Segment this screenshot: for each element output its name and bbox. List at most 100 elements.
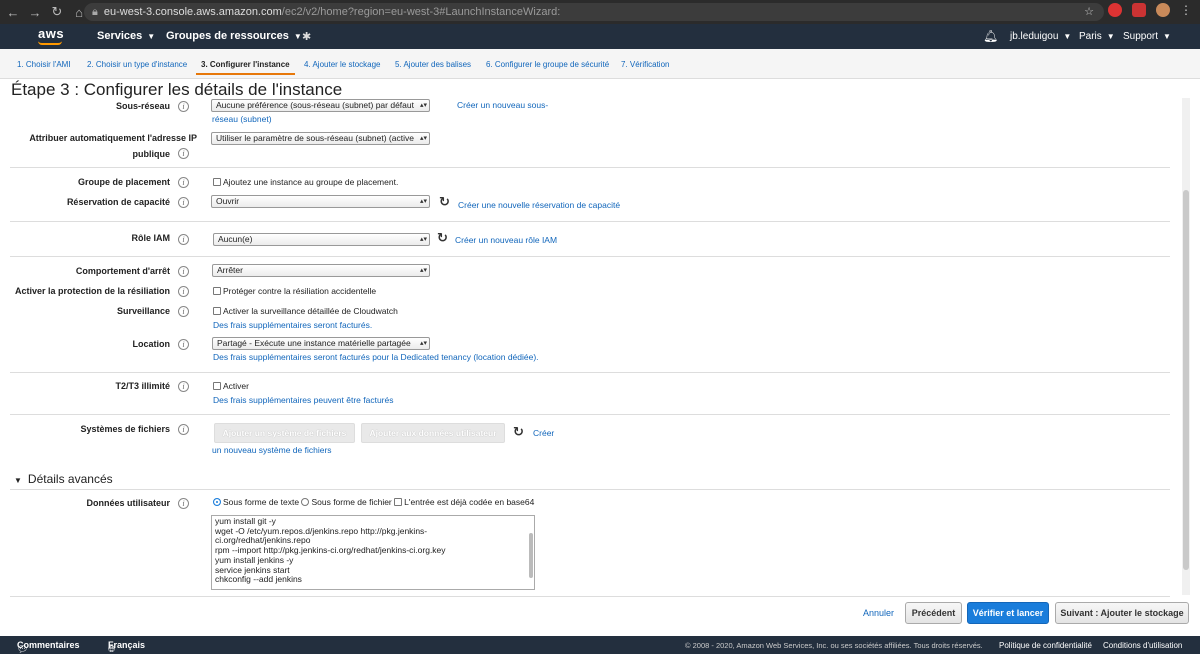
pin-icon[interactable]: ✱: [302, 30, 311, 43]
info-icon[interactable]: i: [178, 424, 189, 435]
termination-checkbox[interactable]: Protéger contre la résiliation accidente…: [213, 286, 376, 296]
previous-button[interactable]: Précédent: [905, 602, 962, 624]
lock-icon: 🔒︎: [92, 6, 98, 18]
radio-icon: [301, 498, 310, 506]
tab-choose-ami[interactable]: 1. Choisir l'AMI: [17, 60, 71, 69]
tab-add-tags[interactable]: 5. Ajouter des balises: [395, 60, 471, 69]
add-to-userdata-button[interactable]: Ajouter aux données utilisateur: [361, 423, 505, 443]
create-filesystem-link-cont[interactable]: un nouveau système de fichiers: [212, 445, 332, 455]
divider: [10, 372, 1170, 373]
t2t3-label: T2/T3 illimité: [115, 381, 170, 391]
checkbox-icon: [213, 307, 221, 315]
public-ip-select[interactable]: Utiliser le paramètre de sous-réseau (su…: [211, 132, 430, 145]
info-icon[interactable]: i: [178, 339, 189, 350]
t2t3-checkbox[interactable]: Activer: [213, 381, 249, 391]
services-menu[interactable]: Services ▼: [97, 30, 155, 42]
star-icon[interactable]: ☆: [1084, 3, 1094, 21]
tenancy-fees-note: Des frais supplémentaires seront facturé…: [213, 352, 539, 362]
next-add-storage-button[interactable]: Suivant : Ajouter le stockage: [1055, 602, 1189, 624]
userdata-options: Sous forme de texte Sous forme de fichie…: [213, 497, 534, 507]
monitoring-fees-note: Des frais supplémentaires seront facturé…: [213, 320, 373, 330]
textarea-scrollbar[interactable]: [529, 533, 533, 578]
refresh-icon[interactable]: ↻: [513, 424, 524, 440]
create-subnet-link-cont[interactable]: réseau (subnet): [212, 114, 272, 124]
capacity-label: Réservation de capacité: [66, 197, 170, 207]
menu-icon[interactable]: ⋮: [1180, 3, 1192, 17]
select-arrows-icon: ▴▾: [419, 102, 427, 109]
url-host: eu-west-3.console.aws.amazon.com: [103, 6, 282, 18]
bell-icon[interactable]: 🔔︎: [983, 29, 998, 43]
radio-as-file[interactable]: Sous forme de fichier: [301, 497, 392, 507]
avatar[interactable]: [1156, 3, 1170, 17]
tab-security-group[interactable]: 6. Configurer le groupe de sécurité: [486, 60, 609, 69]
info-icon[interactable]: i: [178, 148, 189, 159]
address-bar[interactable]: 🔒︎ eu-west-3.console.aws.amazon.com/ec2/v…: [84, 3, 1104, 21]
divider: [10, 221, 1170, 222]
add-filesystem-button[interactable]: Ajouter un système de fichiers: [214, 423, 355, 443]
checkbox-icon: [394, 498, 403, 506]
info-icon[interactable]: i: [178, 197, 189, 208]
iam-role-select[interactable]: Aucun(e) ▴▾: [213, 233, 430, 246]
info-icon[interactable]: i: [178, 177, 189, 188]
aws-logo-smile: [38, 41, 62, 45]
resource-groups-menu[interactable]: Groupes de ressources ▼: [166, 30, 302, 42]
t2t3-fees-note: Des frais supplémentaires peuvent être f…: [213, 395, 394, 405]
copyright-text: © 2008 - 2020, Amazon Web Services, Inc.…: [685, 641, 983, 650]
public-ip-label: Attribuer automatiquement l'adresse IP: [29, 133, 197, 143]
placement-label: Groupe de placement: [77, 177, 170, 187]
create-subnet-link[interactable]: Créer un nouveau sous-: [457, 100, 548, 110]
base64-checkbox[interactable]: L'entrée est déjà codée en base64: [394, 497, 534, 507]
speech-bubble-icon: 💬︎: [17, 644, 29, 654]
subnet-select[interactable]: Aucune préférence (sous-réseau (subnet) …: [211, 99, 430, 112]
info-icon[interactable]: i: [178, 234, 189, 245]
language-selector[interactable]: 🌐︎ Français: [108, 640, 145, 654]
scrollbar-thumb[interactable]: [1183, 190, 1189, 570]
support-menu[interactable]: Support ▼: [1123, 31, 1171, 42]
monitoring-checkbox[interactable]: Activer la surveillance détaillée de Clo…: [213, 306, 398, 316]
subnet-label: Sous-réseau: [115, 101, 170, 111]
forward-icon[interactable]: →: [24, 5, 46, 20]
tab-configure-instance[interactable]: 3. Configurer l'instance: [196, 60, 295, 75]
advanced-details-toggle[interactable]: ▼ Détails avancés: [14, 472, 113, 486]
create-iam-role-link[interactable]: Créer un nouveau rôle IAM: [455, 235, 557, 245]
cancel-link[interactable]: Annuler: [863, 608, 894, 618]
caret-down-icon: ▼: [14, 476, 22, 485]
region-menu[interactable]: Paris ▼: [1079, 31, 1115, 42]
back-icon[interactable]: ←: [2, 5, 24, 20]
wizard-steps: 1. Choisir l'AMI 2. Choisir un type d'in…: [0, 49, 1200, 79]
feedback-link[interactable]: 💬︎ Commentaires: [17, 640, 80, 654]
placement-checkbox[interactable]: Ajoutez une instance au groupe de placem…: [213, 177, 398, 187]
info-icon[interactable]: i: [178, 266, 189, 277]
capacity-select[interactable]: Ouvrir ▴▾: [211, 195, 430, 208]
extension-icon[interactable]: [1108, 3, 1122, 17]
termination-label: Activer la protection de la résiliation: [14, 286, 170, 296]
refresh-icon[interactable]: ↻: [437, 230, 448, 246]
privacy-link[interactable]: Politique de confidentialité: [999, 641, 1092, 650]
userdata-textarea[interactable]: yum install git -y wget -O /etc/yum.repo…: [211, 515, 535, 590]
info-icon[interactable]: i: [178, 306, 189, 317]
info-icon[interactable]: i: [178, 101, 189, 112]
radio-as-text[interactable]: Sous forme de texte: [213, 497, 299, 507]
extension-badge-icon[interactable]: [1132, 3, 1146, 17]
info-icon[interactable]: i: [178, 498, 189, 509]
shutdown-select[interactable]: Arrêter ▴▾: [212, 264, 430, 277]
info-icon[interactable]: i: [178, 286, 189, 297]
tab-instance-type[interactable]: 2. Choisir un type d'instance: [87, 60, 187, 69]
tab-add-storage[interactable]: 4. Ajouter le stockage: [304, 60, 381, 69]
divider: [10, 414, 1170, 415]
shutdown-label: Comportement d'arrêt: [75, 266, 170, 276]
user-menu[interactable]: jb.leduigou ▼: [1010, 31, 1071, 42]
review-and-launch-button[interactable]: Vérifier et lancer: [967, 602, 1049, 624]
create-capacity-link[interactable]: Créer une nouvelle réservation de capaci…: [458, 200, 620, 210]
terms-link[interactable]: Conditions d'utilisation: [1103, 641, 1182, 650]
reload-icon[interactable]: ↻: [46, 4, 68, 20]
tenancy-select[interactable]: Partagé - Exécute une instance matériell…: [212, 337, 430, 350]
userdata-label: Données utilisateur: [86, 498, 170, 508]
script-line: chkconfig --add jenkins: [215, 574, 302, 585]
refresh-icon[interactable]: ↻: [439, 194, 450, 210]
aws-logo[interactable]: aws: [38, 26, 64, 41]
divider: [10, 596, 1170, 597]
info-icon[interactable]: i: [178, 381, 189, 392]
create-filesystem-link[interactable]: Créer: [533, 428, 554, 438]
tab-review[interactable]: 7. Vérification: [621, 60, 669, 69]
